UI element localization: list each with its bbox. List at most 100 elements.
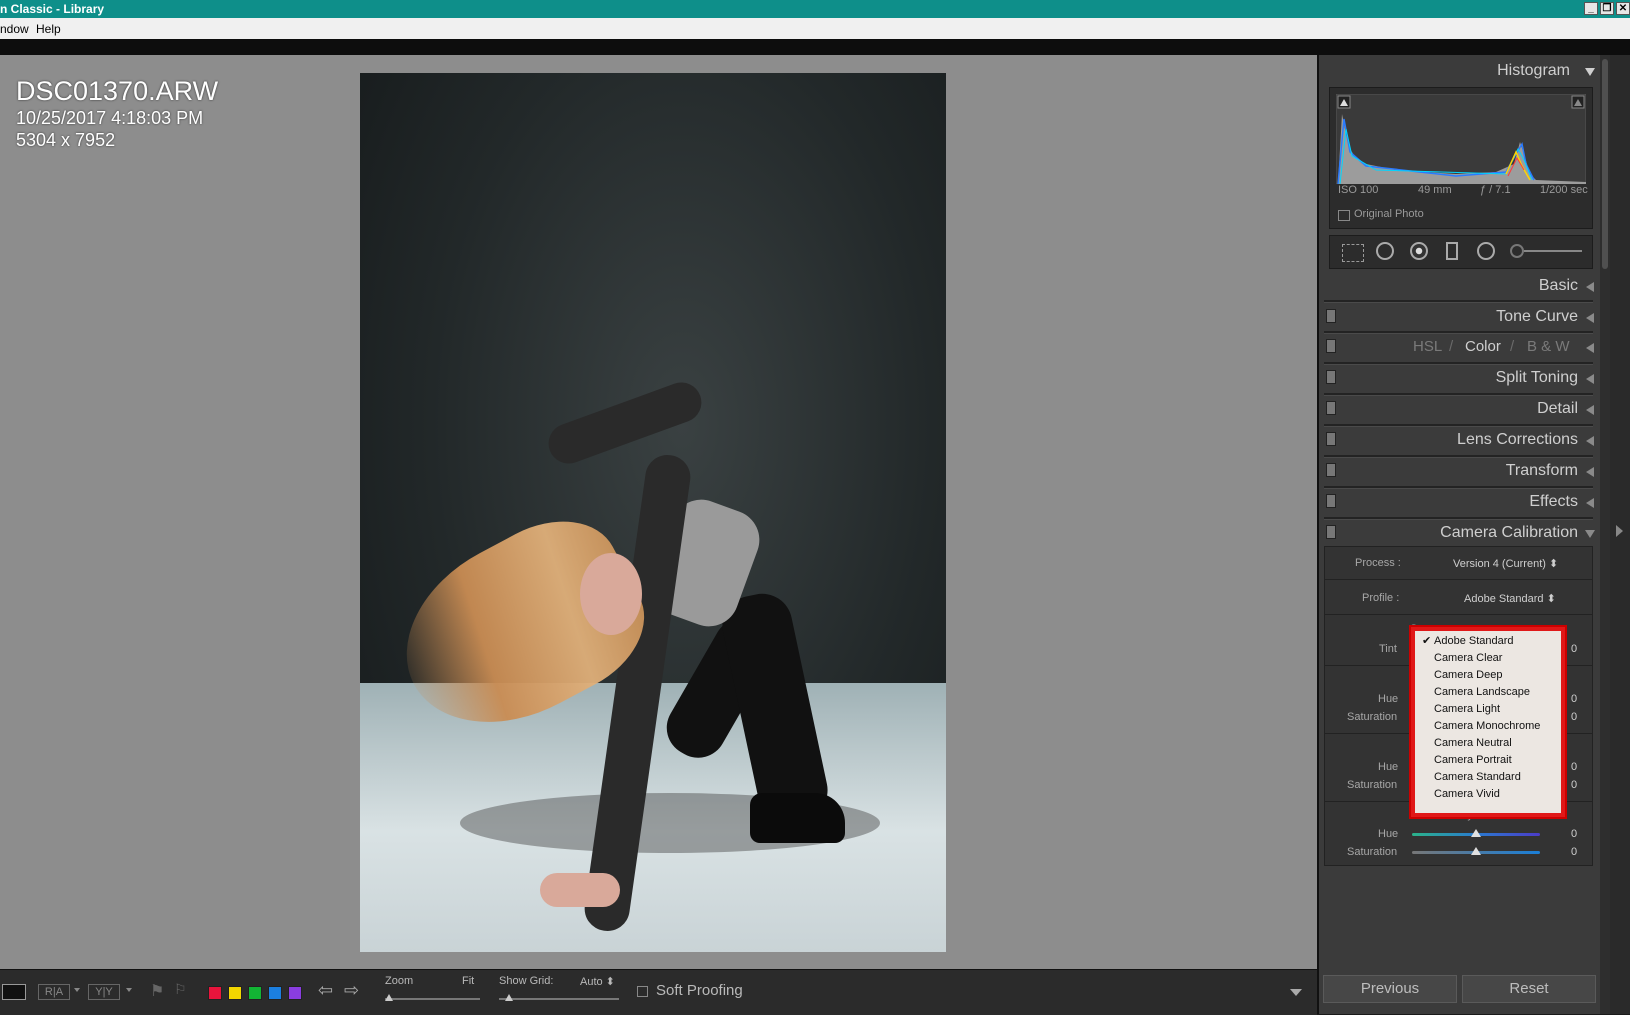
profile-option[interactable]: Camera Deep (1415, 667, 1561, 684)
profile-option[interactable]: Camera Standard (1415, 769, 1561, 786)
transform-switch[interactable] (1326, 463, 1336, 477)
histogram-header[interactable]: Histogram (1497, 62, 1570, 80)
color-label-blue[interactable] (268, 986, 282, 1000)
profile-select[interactable]: Adobe Standard ⬍ (1464, 592, 1556, 605)
lens-corrections-panel-header[interactable]: Lens Corrections (1457, 431, 1578, 449)
next-photo-arrow-icon[interactable]: ⇨ (344, 980, 359, 1001)
spot-removal-tool-icon[interactable] (1376, 242, 1394, 260)
profile-option[interactable]: Camera Clear (1415, 650, 1561, 667)
soft-proofing-checkbox[interactable] (637, 986, 648, 997)
right-panel-edge[interactable] (1610, 55, 1630, 1014)
tone-curve-panel-header[interactable]: Tone Curve (1496, 308, 1578, 326)
close-button[interactable]: ✕ (1616, 2, 1630, 15)
profile-option-label: Camera Light (1434, 703, 1501, 715)
histogram-panel: ISO 100 49 mm ƒ / 7.1 1/200 sec Original… (1329, 87, 1593, 229)
detail-switch[interactable] (1326, 401, 1336, 415)
red-eye-tool-icon[interactable] (1410, 242, 1428, 260)
basic-expand-icon[interactable] (1586, 282, 1594, 292)
panel-separator (1324, 424, 1593, 427)
effects-panel-header[interactable]: Effects (1529, 493, 1578, 511)
graduated-filter-icon[interactable] (1446, 242, 1458, 260)
flag-icon[interactable]: ⚑ (150, 981, 164, 1001)
transform-expand-icon[interactable] (1586, 467, 1594, 477)
blue-saturation-knob[interactable] (1471, 847, 1481, 855)
menu-help[interactable]: Help (36, 22, 61, 36)
lens-corrections-switch[interactable] (1326, 432, 1336, 446)
zoom-slider[interactable] (385, 998, 480, 1000)
effects-expand-icon[interactable] (1586, 498, 1594, 508)
process-select[interactable]: Version 4 (Current) ⬍ (1453, 557, 1558, 570)
blue-saturation-value: 0 (1571, 846, 1578, 858)
bw-tab[interactable]: B & W (1527, 338, 1570, 355)
panel-separator (1324, 300, 1593, 303)
color-label-yellow[interactable] (228, 986, 242, 1000)
show-grid-value[interactable]: Auto ⬍ (580, 975, 615, 988)
effects-switch[interactable] (1326, 494, 1336, 508)
adjustment-brush-icon[interactable] (1510, 244, 1524, 258)
loupe-view-icon[interactable] (2, 984, 26, 1000)
minimize-button[interactable]: _ (1584, 2, 1598, 15)
hsl-tab[interactable]: HSL (1413, 338, 1442, 355)
blue-hue-knob[interactable] (1471, 829, 1481, 837)
lens-corrections-expand-icon[interactable] (1586, 436, 1594, 446)
previous-button[interactable]: Previous (1323, 975, 1457, 1003)
main-photo[interactable] (360, 73, 946, 952)
hsl-expand-icon[interactable] (1586, 343, 1594, 353)
split-toning-panel-header[interactable]: Split Toning (1496, 369, 1578, 387)
grid-slider-knob[interactable] (505, 994, 513, 1001)
profile-option[interactable]: Camera Landscape (1415, 684, 1561, 701)
dropdown-arrow-icon[interactable] (74, 988, 80, 992)
tone-curve-switch[interactable] (1326, 309, 1336, 323)
camera-calibration-switch[interactable] (1326, 525, 1336, 539)
profile-option[interactable]: Camera Vivid (1415, 786, 1561, 803)
green-saturation-label: Saturation (1347, 779, 1398, 791)
brush-slider[interactable] (1524, 250, 1582, 252)
basic-panel-header[interactable]: Basic (1539, 277, 1578, 295)
dropdown-arrow-icon[interactable] (126, 988, 132, 992)
scrollbar-thumb[interactable] (1602, 59, 1608, 269)
photo-dancer-arm (542, 376, 708, 470)
zoom-slider-knob[interactable] (385, 994, 393, 1001)
green-hue-value: 0 (1571, 761, 1578, 773)
before-after-split-icon[interactable]: Y|Y (88, 984, 120, 1000)
tone-curve-expand-icon[interactable] (1586, 313, 1594, 323)
profile-option[interactable]: ✔ Adobe Standard (1415, 633, 1561, 650)
calibration-divider (1325, 579, 1592, 580)
profile-option[interactable]: Camera Light (1415, 701, 1561, 718)
color-label-green[interactable] (248, 986, 262, 1000)
transform-panel-header[interactable]: Transform (1506, 462, 1578, 480)
histogram-collapse-icon[interactable] (1585, 68, 1595, 76)
before-after-icon[interactable]: R|A (38, 984, 70, 1000)
profile-option[interactable]: Camera Neutral (1415, 735, 1561, 752)
restore-button[interactable]: ❐ (1600, 2, 1614, 15)
detail-panel-header[interactable]: Detail (1537, 400, 1578, 418)
profile-option[interactable]: Camera Monochrome (1415, 718, 1561, 735)
hsl-slash: / (1449, 338, 1454, 355)
checkmark-icon: ✔ (1422, 635, 1432, 647)
crop-tool-icon[interactable] (1342, 244, 1364, 262)
hsl-switch[interactable] (1326, 339, 1336, 353)
profile-option[interactable]: Camera Portrait (1415, 752, 1561, 769)
detail-expand-icon[interactable] (1586, 405, 1594, 415)
top-panel-strip[interactable] (0, 39, 1630, 88)
grid-slider[interactable] (499, 998, 619, 1000)
profile-option-label: Camera Deep (1434, 669, 1503, 681)
color-label-red[interactable] (208, 986, 222, 1000)
right-panel-scrollbar[interactable] (1600, 55, 1610, 1014)
split-toning-expand-icon[interactable] (1586, 374, 1594, 384)
color-label-purple[interactable] (288, 986, 302, 1000)
expand-right-panel-icon[interactable] (1616, 525, 1623, 537)
soft-proofing-label[interactable]: Soft Proofing (656, 982, 743, 999)
previous-photo-arrow-icon[interactable]: ⇦ (318, 980, 333, 1001)
original-photo-label[interactable]: Original Photo (1354, 208, 1424, 220)
camera-calibration-collapse-icon[interactable] (1585, 530, 1595, 538)
split-toning-switch[interactable] (1326, 370, 1336, 384)
original-photo-checkbox[interactable] (1338, 210, 1350, 221)
reset-button[interactable]: Reset (1462, 975, 1596, 1003)
toolbar-menu-arrow-icon[interactable] (1290, 989, 1302, 996)
menu-window[interactable]: ndow (0, 22, 29, 36)
radial-filter-icon[interactable] (1477, 242, 1495, 260)
color-tab[interactable]: Color (1465, 338, 1501, 355)
reject-flag-icon[interactable]: ⚐ (174, 981, 187, 998)
camera-calibration-panel-header[interactable]: Camera Calibration (1440, 524, 1578, 542)
